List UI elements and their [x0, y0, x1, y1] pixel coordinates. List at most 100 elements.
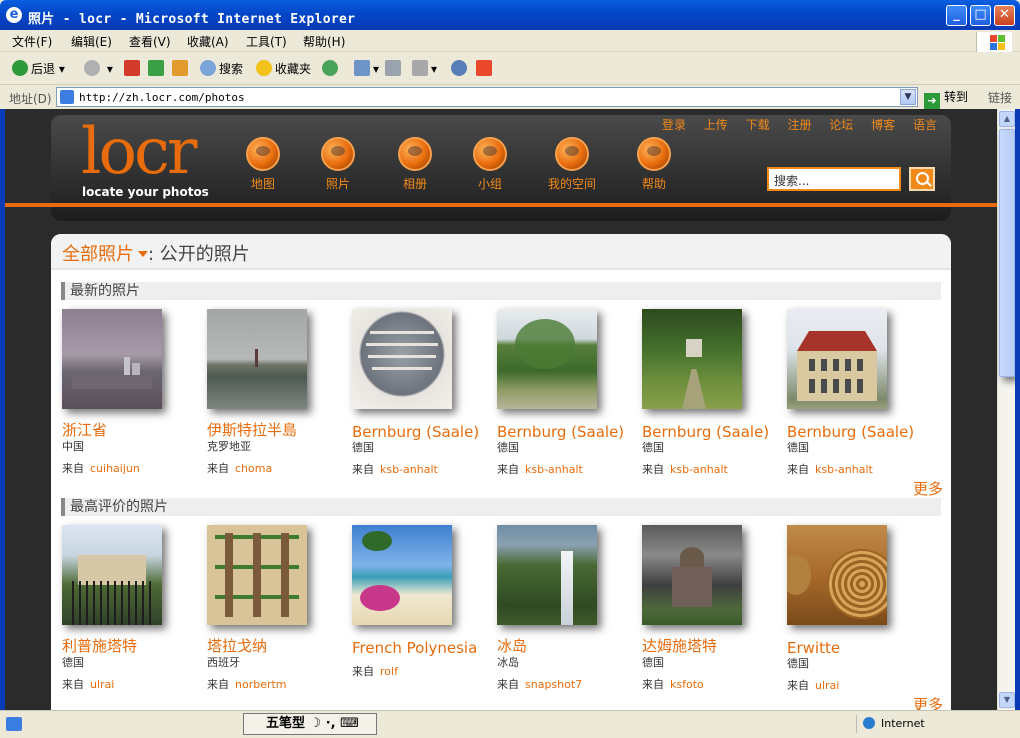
photo-thumbnail[interactable]	[642, 309, 742, 409]
maximize-button[interactable]: □	[970, 5, 991, 26]
mail-button[interactable]: ▾	[354, 59, 379, 79]
nav-map[interactable]: 地图	[228, 137, 298, 192]
menu-favorites[interactable]: 收藏(A)	[187, 33, 229, 50]
photo-user-link[interactable]: snapshot7	[525, 678, 582, 691]
photo-card: 浙江省 中国 来自 cuihaijun	[62, 309, 202, 476]
photo-thumbnail[interactable]	[62, 309, 162, 409]
refresh-button[interactable]	[148, 59, 167, 79]
site-logo[interactable]: locr	[81, 117, 197, 187]
photo-thumbnail[interactable]	[352, 309, 452, 409]
minimize-button[interactable]: _	[946, 5, 967, 26]
photo-user-link[interactable]: norbertm	[235, 678, 287, 691]
nav-albums[interactable]: 相册	[380, 137, 450, 192]
download-link[interactable]: 下载	[746, 118, 770, 132]
menu-help[interactable]: 帮助(H)	[303, 33, 345, 50]
photo-card: Bernburg (Saale) 德国 来自 ksb-anhalt	[787, 309, 927, 477]
photo-place-link[interactable]: 伊斯特拉半島	[207, 419, 347, 440]
photo-thumbnail[interactable]	[642, 525, 742, 625]
photo-thumbnail[interactable]	[497, 525, 597, 625]
vertical-scrollbar[interactable]: ▲ ▼	[997, 109, 1015, 710]
home-button[interactable]	[172, 59, 191, 79]
nav-photos[interactable]: 照片	[303, 137, 373, 192]
ime-toolbar[interactable]: 五笔型 ☽ ·, ⌨	[243, 713, 377, 735]
forum-link[interactable]: 论坛	[829, 118, 853, 132]
menu-view[interactable]: 查看(V)	[129, 33, 171, 50]
photo-place-link[interactable]: Bernburg (Saale)	[787, 423, 927, 441]
close-button[interactable]: ✕	[994, 5, 1015, 26]
photo-from: 来自 ksb-anhalt	[642, 463, 728, 476]
go-button[interactable]: ➜ 转到	[924, 87, 968, 109]
address-url[interactable]: http://zh.locr.com/photos	[79, 91, 245, 104]
photo-place-link[interactable]: Bernburg (Saale)	[642, 423, 782, 441]
photo-card: Bernburg (Saale) 德国 来自 ksb-anhalt	[642, 309, 782, 477]
photo-country: 德国	[787, 441, 809, 454]
photo-thumbnail[interactable]	[497, 309, 597, 409]
nav-groups[interactable]: 小组	[455, 137, 525, 192]
window-right-border	[1015, 109, 1020, 710]
photo-user-link[interactable]: ksfoto	[670, 678, 704, 691]
photo-place-link[interactable]: 达姆施塔特	[642, 635, 782, 656]
scroll-down-button[interactable]: ▼	[999, 692, 1015, 708]
photo-place-link[interactable]: 塔拉戈纳	[207, 635, 347, 656]
photo-from: 来自 ksb-anhalt	[352, 463, 438, 476]
print-button[interactable]	[385, 59, 404, 79]
all-photos-link[interactable]: 全部照片	[62, 244, 134, 265]
photo-user-link[interactable]: choma	[235, 462, 272, 475]
messenger-button[interactable]	[451, 59, 470, 79]
photo-thumbnail[interactable]	[352, 525, 452, 625]
address-dropdown-button[interactable]: ▼	[900, 89, 916, 105]
register-link[interactable]: 注册	[787, 118, 811, 132]
favorites-button[interactable]: 收藏夹	[256, 59, 311, 79]
back-button[interactable]: 后退 ▾	[12, 59, 65, 79]
photo-thumbnail[interactable]	[787, 525, 887, 625]
edit-button[interactable]: ▾	[412, 59, 437, 79]
photo-user-link[interactable]: ksb-anhalt	[380, 463, 438, 476]
more-top-rated-link[interactable]: 更多	[913, 694, 943, 710]
forward-button[interactable]: ▾	[84, 59, 113, 79]
scrollbar-thumb[interactable]	[999, 129, 1015, 377]
photo-card: Bernburg (Saale) 德国 来自 ksb-anhalt	[352, 309, 492, 477]
photo-user-link[interactable]: ksb-anhalt	[670, 463, 728, 476]
site-search-input[interactable]: 搜索...	[767, 167, 901, 191]
history-button[interactable]	[322, 59, 341, 79]
photo-thumbnail[interactable]	[207, 309, 307, 409]
stop-button[interactable]	[124, 59, 143, 79]
photo-place-link[interactable]: Bernburg (Saale)	[497, 423, 637, 441]
menu-edit[interactable]: 编辑(E)	[71, 33, 112, 50]
photo-user-link[interactable]: rolf	[380, 665, 398, 678]
photo-place-link[interactable]: Erwitte	[787, 639, 927, 657]
links-button[interactable]: 链接	[988, 89, 1012, 106]
photo-thumbnail[interactable]	[207, 525, 307, 625]
address-input[interactable]: http://zh.locr.com/photos ▼	[56, 87, 918, 107]
photo-from: 来自 rolf	[352, 665, 398, 678]
photo-thumbnail[interactable]	[62, 525, 162, 625]
menu-file[interactable]: 文件(F)	[12, 33, 52, 50]
photo-thumbnail[interactable]	[787, 309, 887, 409]
login-link[interactable]: 登录	[662, 118, 686, 132]
photo-place-link[interactable]: French Polynesia	[352, 639, 492, 657]
dropdown-arrow-icon[interactable]	[138, 251, 148, 257]
photo-place-link[interactable]: Bernburg (Saale)	[352, 423, 492, 441]
photo-place-link[interactable]: 冰岛	[497, 635, 637, 656]
more-newest-link[interactable]: 更多	[913, 478, 943, 499]
windows-update-button[interactable]	[476, 59, 495, 79]
breadcrumb-current: : 公开的照片	[148, 244, 250, 265]
photo-user-link[interactable]: ulrai	[90, 678, 114, 691]
nav-my-space[interactable]: 我的空间	[537, 137, 607, 192]
photo-user-link[interactable]: ksb-anhalt	[815, 463, 873, 476]
language-link[interactable]: 语言	[913, 118, 937, 132]
blog-link[interactable]: 博客	[871, 118, 895, 132]
photo-user-link[interactable]: ksb-anhalt	[525, 463, 583, 476]
photo-user-link[interactable]: ulrai	[815, 679, 839, 692]
photo-country: 德国	[642, 441, 664, 454]
menu-tools[interactable]: 工具(T)	[246, 33, 287, 50]
search-submit-button[interactable]	[909, 167, 935, 191]
photo-place-link[interactable]: 利普施塔特	[62, 635, 202, 656]
upload-link[interactable]: 上传	[704, 118, 728, 132]
nav-help[interactable]: 帮助	[619, 137, 689, 192]
search-button[interactable]: 搜索	[200, 59, 243, 79]
photo-from: 来自 norbertm	[207, 678, 287, 691]
scroll-up-button[interactable]: ▲	[999, 111, 1015, 127]
photo-place-link[interactable]: 浙江省	[62, 419, 202, 440]
photo-user-link[interactable]: cuihaijun	[90, 462, 140, 475]
